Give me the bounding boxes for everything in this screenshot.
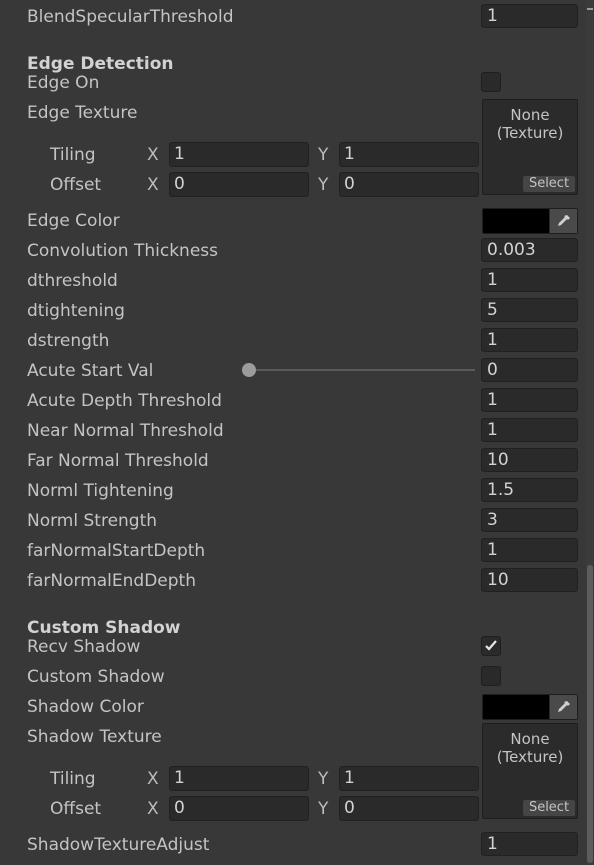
shadow-offset-y-label: Y (318, 799, 329, 819)
edge-offset-x-field[interactable]: 0 (169, 172, 309, 197)
eyedropper-icon[interactable] (549, 695, 577, 719)
recv-shadow-checkbox[interactable] (481, 636, 501, 656)
edge-offset-y-field[interactable]: 0 (339, 172, 479, 197)
acute-start-slider-knob[interactable] (242, 363, 256, 377)
convolution-thickness-field[interactable]: 0.003 (481, 238, 578, 262)
blend-specular-threshold-label: BlendSpecularThreshold (27, 7, 234, 27)
far-normal-start-depth-label: farNormalStartDepth (27, 541, 206, 561)
shadow-texture-label: Shadow Texture (27, 727, 162, 747)
edge-tiling-x-field[interactable]: 1 (169, 142, 309, 167)
dtightening-label: dtightening (27, 301, 125, 321)
shadow-tiling-y-field[interactable]: 1 (339, 766, 479, 791)
edge-on-label: Edge On (27, 73, 100, 93)
recv-shadow-label: Recv Shadow (27, 637, 141, 657)
shadow-tiling-label: Tiling (50, 769, 96, 789)
far-normal-end-depth-field[interactable]: 10 (481, 568, 578, 592)
dstrength-label: dstrength (27, 331, 110, 351)
edge-texture-none-text: None (510, 106, 550, 124)
edge-texture-select-button[interactable]: Select (523, 176, 575, 192)
far-normal-threshold-field[interactable]: 10 (481, 448, 578, 472)
scrollbar-thumb[interactable] (587, 565, 593, 863)
edge-tiling-x-label: X (147, 145, 159, 165)
custom-shadow-label: Custom Shadow (27, 667, 165, 687)
shadow-texture-none-text: None (510, 730, 550, 748)
shadow-offset-x-label: X (147, 799, 159, 819)
shadow-tiling-x-label: X (147, 769, 159, 789)
shadow-texture-select-button[interactable]: Select (523, 800, 575, 816)
eyedropper-icon[interactable] (549, 209, 577, 233)
custom-shadow-header: Custom Shadow (27, 618, 181, 638)
shadow-color-field[interactable] (482, 694, 578, 720)
edge-texture-label: Edge Texture (27, 103, 138, 123)
edge-tiling-label: Tiling (50, 145, 96, 165)
edge-tiling-y-label: Y (318, 145, 329, 165)
edge-color-label: Edge Color (27, 211, 120, 231)
edge-texture-type-text: (Texture) (496, 124, 564, 142)
vertical-scrollbar[interactable] (586, 0, 594, 865)
acute-depth-threshold-field[interactable]: 1 (481, 388, 578, 412)
acute-start-slider-track[interactable] (249, 369, 475, 371)
shadow-texture-type-text: (Texture) (496, 748, 564, 766)
far-normal-end-depth-label: farNormalEndDepth (27, 571, 196, 591)
near-normal-threshold-field[interactable]: 1 (481, 418, 578, 442)
scroll-up-arrow-icon[interactable] (587, 8, 593, 10)
edge-offset-y-label: Y (318, 175, 329, 195)
edge-offset-x-label: X (147, 175, 159, 195)
shadow-offset-y-field[interactable]: 0 (339, 796, 479, 821)
convolution-thickness-label: Convolution Thickness (27, 241, 218, 261)
shadow-tiling-x-field[interactable]: 1 (169, 766, 309, 791)
dtightening-field[interactable]: 5 (481, 298, 578, 322)
norml-tightening-label: Norml Tightening (27, 481, 174, 501)
acute-start-val-label: Acute Start Val (27, 361, 154, 381)
shadow-texture-slot[interactable]: None (Texture) Select (482, 723, 578, 819)
acute-start-val-field[interactable]: 0 (481, 358, 578, 382)
far-normal-threshold-label: Far Normal Threshold (27, 451, 209, 471)
norml-strength-field[interactable]: 3 (481, 508, 578, 532)
edge-color-field[interactable] (482, 208, 578, 234)
dthreshold-label: dthreshold (27, 271, 118, 291)
near-normal-threshold-label: Near Normal Threshold (27, 421, 224, 441)
shadow-texture-adjust-field[interactable]: 1 (481, 832, 578, 856)
edge-on-checkbox[interactable] (481, 72, 501, 92)
checkmark-icon (485, 640, 497, 651)
edge-texture-slot[interactable]: None (Texture) Select (482, 99, 578, 195)
shadow-texture-adjust-label: ShadowTextureAdjust (27, 835, 210, 855)
dstrength-field[interactable]: 1 (481, 328, 578, 352)
shadow-tiling-y-label: Y (318, 769, 329, 789)
edge-offset-label: Offset (50, 175, 102, 195)
custom-shadow-checkbox[interactable] (481, 666, 501, 686)
edge-tiling-y-field[interactable]: 1 (339, 142, 479, 167)
shadow-offset-label: Offset (50, 799, 102, 819)
blend-specular-threshold-field[interactable]: 1 (481, 4, 578, 28)
shadow-color-label: Shadow Color (27, 697, 144, 717)
far-normal-start-depth-field[interactable]: 1 (481, 538, 578, 562)
acute-depth-threshold-label: Acute Depth Threshold (27, 391, 222, 411)
dthreshold-field[interactable]: 1 (481, 268, 578, 292)
shadow-offset-x-field[interactable]: 0 (169, 796, 309, 821)
edge-detection-header: Edge Detection (27, 54, 174, 74)
norml-strength-label: Norml Strength (27, 511, 158, 531)
norml-tightening-field[interactable]: 1.5 (481, 478, 578, 502)
